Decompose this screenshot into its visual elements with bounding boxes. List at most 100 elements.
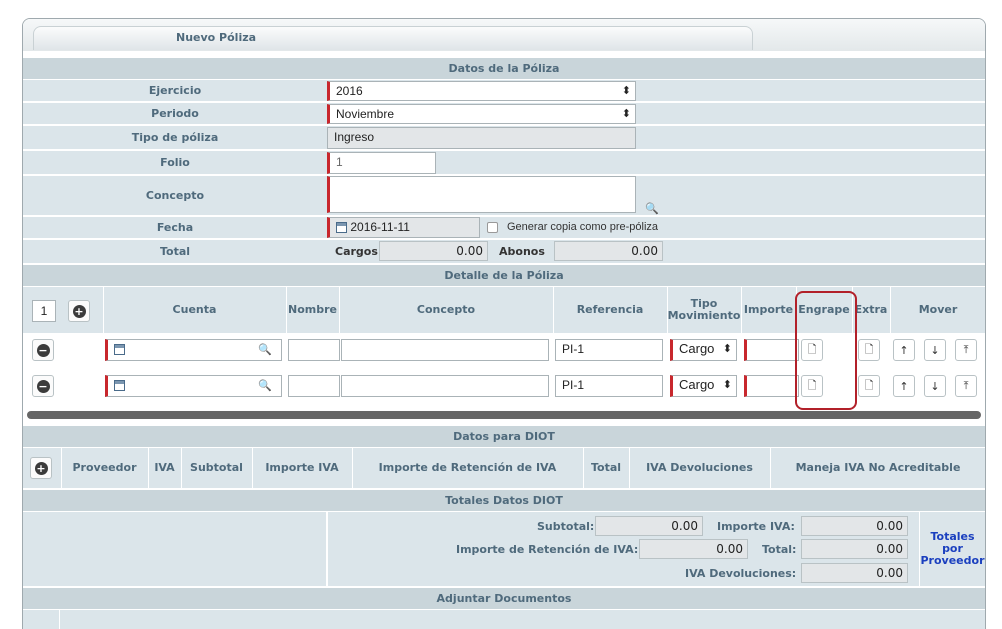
referencia-value: PI-1 — [562, 378, 585, 392]
arrow-up-icon: ↑ — [899, 343, 909, 357]
fecha-value: 2016-11-11 — [350, 220, 410, 234]
move-top-button[interactable]: ⤒ — [955, 375, 977, 397]
referencia-value: PI-1 — [562, 342, 585, 356]
arrow-top-icon: ⤒ — [963, 379, 969, 392]
periodo-select[interactable]: Noviembre — [327, 104, 636, 124]
col-importe: Importe — [741, 287, 795, 333]
concepto-textarea[interactable] — [327, 176, 636, 213]
arrow-up-icon: ↑ — [899, 379, 909, 393]
detalle-count-input[interactable]: 1 — [32, 300, 56, 322]
tipo-movimiento-select[interactable]: Cargo — [670, 375, 737, 397]
tab-bar: Nuevo Póliza — [23, 19, 985, 51]
total-diot-label: Total: — [762, 543, 797, 556]
folio-label: Folio — [23, 151, 327, 175]
diot-col-total: Total — [583, 448, 628, 488]
total-diot-value: 0.00 — [801, 539, 908, 559]
totales-por-proveedor-link[interactable]: Totales por Proveedor — [920, 531, 985, 567]
tipo-poliza-value: Ingreso — [334, 130, 375, 144]
retencion-label: Importe de Retención de IVA: — [456, 543, 639, 556]
cuenta-input[interactable] — [105, 375, 282, 397]
diot-col-importe-iva: Importe IVA — [252, 448, 351, 488]
search-icon[interactable]: 🔍 — [258, 379, 272, 392]
devoluciones-label: IVA Devoluciones: — [685, 567, 797, 580]
move-top-button[interactable]: ⤒ — [955, 339, 977, 361]
add-diot-button[interactable]: + — [30, 457, 52, 479]
move-up-button[interactable]: ↑ — [893, 375, 915, 397]
arrow-top-icon: ⤒ — [963, 343, 969, 356]
total-label: Total — [23, 240, 327, 264]
nombre-input[interactable] — [288, 375, 340, 397]
folio-value: 1 — [336, 155, 343, 169]
importe-input[interactable] — [744, 339, 799, 361]
extra-button[interactable]: 🗋 — [858, 375, 880, 397]
col-concepto: Concepto — [339, 287, 552, 333]
plus-icon: + — [72, 304, 86, 318]
diot-col-retencion: Importe de Retención de IVA — [352, 448, 582, 488]
section-adjuntar-documentos: Adjuntar Documentos — [23, 587, 985, 609]
cargos-label: Cargos — [335, 245, 378, 258]
horizontal-scrollbar[interactable] — [27, 411, 981, 419]
cuenta-input[interactable] — [105, 339, 282, 361]
extra-button[interactable]: 🗋 — [858, 339, 880, 361]
nombre-input[interactable] — [288, 339, 340, 361]
diot-col-no-acreditable: Maneja IVA No Acreditable — [770, 448, 985, 488]
copia-checkbox[interactable] — [487, 222, 498, 233]
ejercicio-value: 2016 — [336, 84, 363, 98]
section-totales-diot: Totales Datos DIOT — [23, 489, 985, 511]
referencia-input[interactable]: PI-1 — [555, 339, 663, 361]
fecha-label: Fecha — [23, 217, 327, 239]
col-extra: Extra — [852, 287, 889, 333]
catalog-icon[interactable] — [114, 344, 125, 356]
col-nombre: Nombre — [286, 287, 338, 333]
importe-input[interactable] — [744, 375, 799, 397]
tipo-movimiento-select[interactable]: Cargo — [670, 339, 737, 361]
search-icon[interactable]: 🔍 — [258, 343, 272, 356]
remove-row-button[interactable]: − — [32, 375, 54, 397]
fecha-input[interactable]: 2016-11-11 — [327, 217, 480, 238]
concepto-row-input[interactable] — [341, 339, 549, 361]
referencia-input[interactable]: PI-1 — [555, 375, 663, 397]
col-referencia: Referencia — [553, 287, 666, 333]
move-down-button[interactable]: ↓ — [924, 375, 946, 397]
devoluciones-value: 0.00 — [801, 563, 908, 583]
arrow-down-icon: ↓ — [930, 343, 940, 357]
document-icon: 🗋 — [864, 378, 874, 392]
search-icon[interactable]: 🔍 — [645, 202, 659, 215]
abonos-label: Abonos — [499, 245, 545, 258]
ejercicio-select[interactable]: 2016 — [327, 81, 636, 101]
col-mover: Mover — [890, 287, 985, 333]
calendar-icon[interactable] — [336, 222, 347, 234]
folio-input[interactable]: 1 — [327, 152, 436, 174]
plus-icon: + — [34, 461, 48, 475]
section-datos-poliza: Datos de la Póliza — [23, 57, 985, 79]
ejercicio-label: Ejercicio — [23, 80, 327, 102]
concepto-row-input[interactable] — [341, 375, 549, 397]
tab-nuevo-poliza[interactable]: Nuevo Póliza — [33, 26, 753, 50]
arrow-down-icon: ↓ — [930, 379, 940, 393]
retencion-value: 0.00 — [639, 539, 748, 559]
move-up-button[interactable]: ↑ — [893, 339, 915, 361]
minus-icon: − — [36, 343, 50, 357]
col-cuenta: Cuenta — [103, 287, 285, 333]
totales-left-cell — [23, 512, 327, 586]
diot-col-devoluciones: IVA Devoluciones — [629, 448, 769, 488]
section-datos-diot: Datos para DIOT — [23, 425, 985, 447]
tipo-movimiento-value: Cargo — [679, 341, 715, 356]
section-detalle-poliza: Detalle de la Póliza — [23, 264, 985, 286]
tipo-poliza-field: Ingreso — [327, 127, 636, 149]
detalle-count: 1 — [40, 304, 48, 318]
abonos-value: 0.00 — [554, 241, 663, 261]
document-icon: 🗋 — [864, 342, 874, 356]
copia-label: Generar copia como pre-póliza — [507, 221, 659, 233]
importe-iva-value: 0.00 — [801, 516, 908, 536]
catalog-icon[interactable] — [114, 380, 125, 392]
poliza-window: Nuevo Póliza Datos de la Póliza Ejercici… — [22, 18, 986, 629]
tipo-movimiento-value: Cargo — [679, 377, 715, 392]
add-row-button[interactable]: + — [68, 300, 90, 322]
engrape-highlight-box — [795, 291, 857, 410]
move-down-button[interactable]: ↓ — [924, 339, 946, 361]
remove-row-button[interactable]: − — [32, 339, 54, 361]
cargos-value: 0.00 — [379, 241, 488, 261]
importe-iva-label: Importe IVA: — [717, 520, 795, 533]
subtotal-value: 0.00 — [595, 516, 703, 536]
